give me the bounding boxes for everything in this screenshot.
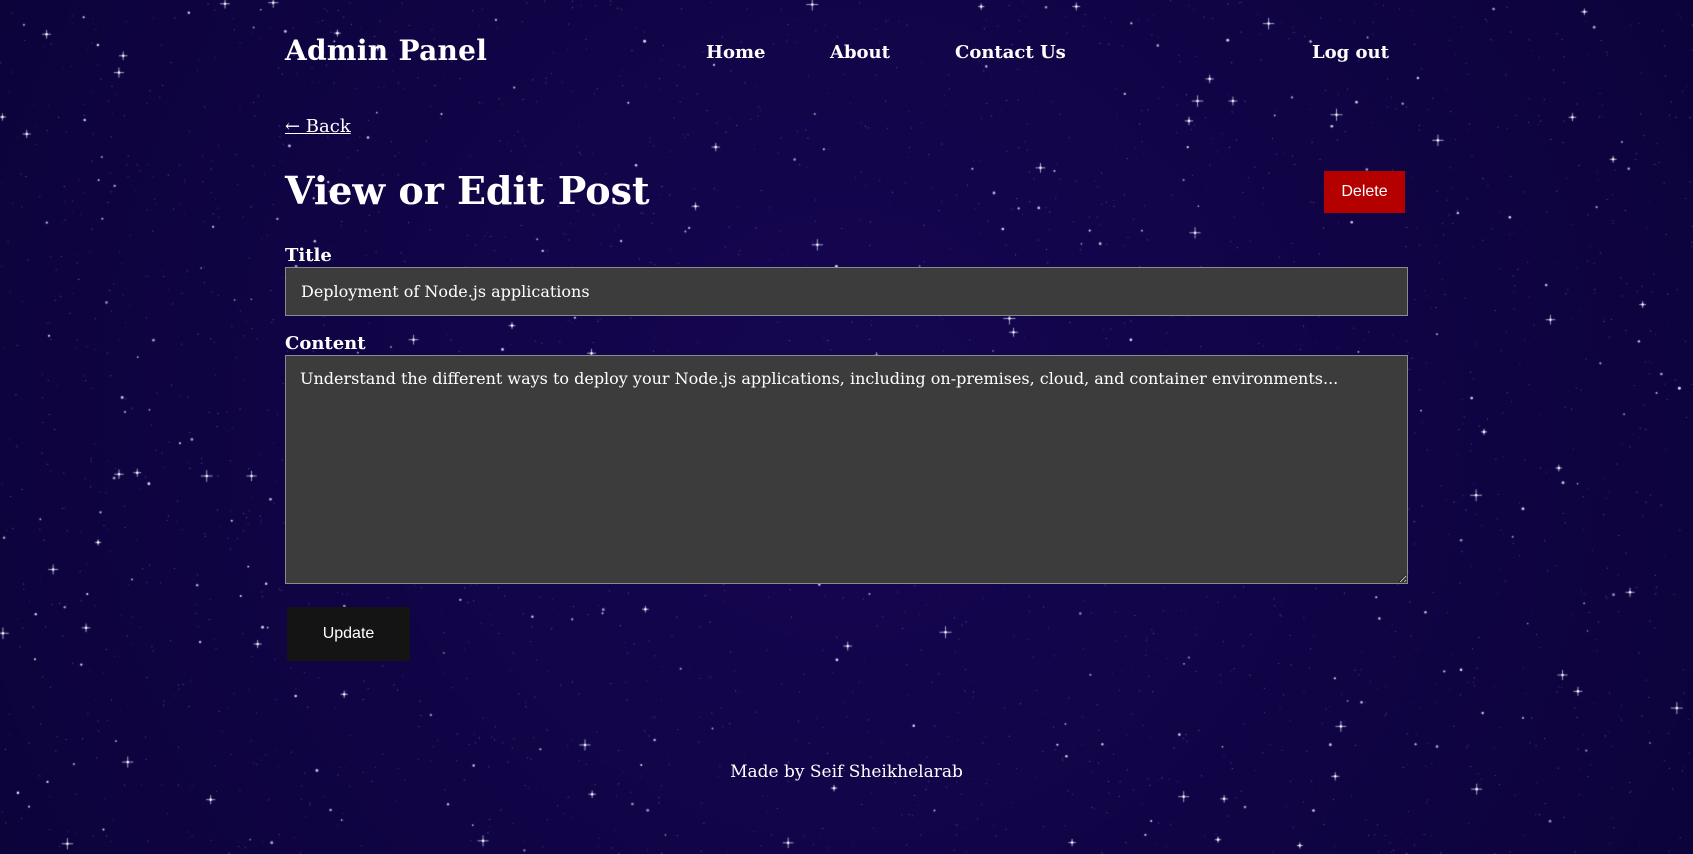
footer-credit: Made by Seif Sheikhelarab bbox=[730, 762, 963, 782]
back-link[interactable]: ← Back bbox=[285, 116, 351, 137]
page-title: View or Edit Post bbox=[285, 168, 650, 213]
nav-about-link[interactable]: About bbox=[830, 42, 890, 63]
content-label: Content bbox=[285, 333, 366, 354]
delete-button[interactable]: Delete bbox=[1324, 171, 1405, 213]
update-button[interactable]: Update bbox=[287, 607, 410, 661]
title-input[interactable] bbox=[285, 267, 1408, 316]
content-textarea[interactable]: Understand the different ways to deploy … bbox=[285, 355, 1408, 584]
title-label: Title bbox=[285, 245, 332, 266]
nav-home-link[interactable]: Home bbox=[706, 42, 766, 63]
nav-contact-link[interactable]: Contact Us bbox=[955, 42, 1066, 63]
page: Admin Panel Home About Contact Us Log ou… bbox=[0, 0, 1693, 854]
logout-link[interactable]: Log out bbox=[1312, 42, 1389, 63]
brand-title: Admin Panel bbox=[285, 34, 488, 67]
